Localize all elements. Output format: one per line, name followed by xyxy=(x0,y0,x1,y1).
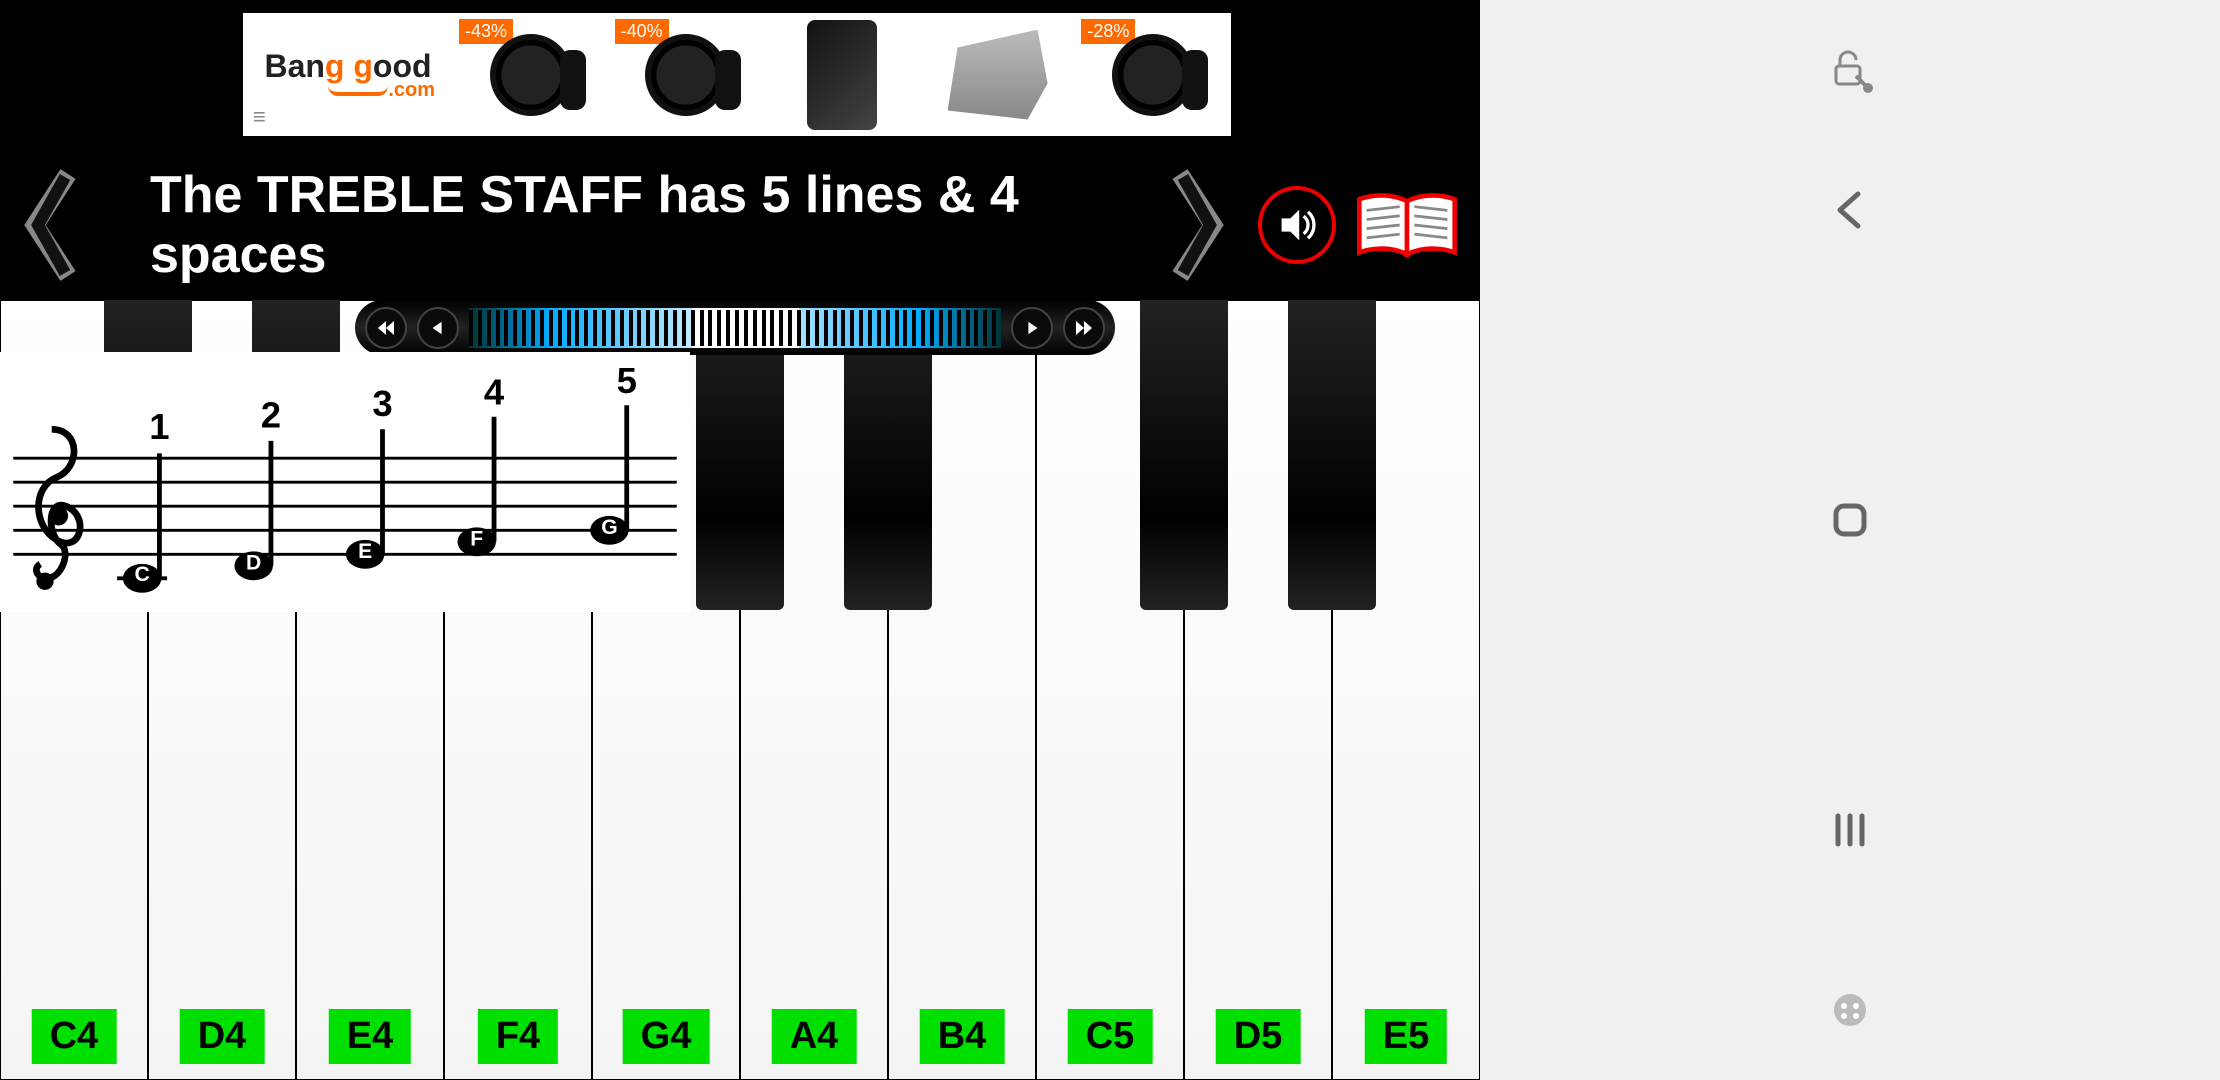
ad-product[interactable]: -28% xyxy=(1075,13,1231,136)
key-label: C5 xyxy=(1068,1009,1153,1064)
black-key-ds5[interactable] xyxy=(1288,300,1376,610)
key-label: F4 xyxy=(478,1009,558,1064)
key-label: D5 xyxy=(1216,1009,1301,1064)
lessons-book-button[interactable] xyxy=(1352,185,1462,265)
ad-brand-1: Ban xyxy=(264,48,324,84)
svg-text:1: 1 xyxy=(149,406,169,447)
discount-badge: -28% xyxy=(1081,19,1135,44)
key-label: G4 xyxy=(623,1009,710,1064)
sound-button[interactable] xyxy=(1258,186,1336,264)
key-label: C4 xyxy=(32,1009,117,1064)
ad-banner[interactable]: Bang good .com -43% -40% -28% ≡ xyxy=(243,13,1231,136)
svg-text:E: E xyxy=(358,540,372,563)
discount-badge: -43% xyxy=(459,19,513,44)
nav-forward-button[interactable] xyxy=(1063,307,1105,349)
lock-touch-icon[interactable] xyxy=(1820,40,1880,100)
nav-next-button[interactable] xyxy=(1011,307,1053,349)
back-button[interactable] xyxy=(1820,180,1880,240)
ad-product[interactable] xyxy=(920,13,1076,136)
svg-text:F: F xyxy=(470,528,483,551)
key-label: D4 xyxy=(180,1009,265,1064)
home-button[interactable] xyxy=(1820,490,1880,550)
phone-image xyxy=(807,20,877,130)
lesson-title: The TREBLE STAFF has 5 lines & 4 spaces xyxy=(100,165,1148,285)
nav-rewind-button[interactable] xyxy=(365,307,407,349)
engine-image xyxy=(948,30,1048,120)
prev-lesson-button[interactable] xyxy=(0,150,100,300)
lesson-title-row: The TREBLE STAFF has 5 lines & 4 spaces xyxy=(0,150,1480,300)
treble-staff-diagram: C 1 D 2 E 3 F 4 G 5 xyxy=(0,352,690,612)
nav-prev-button[interactable] xyxy=(417,307,459,349)
svg-text:D: D xyxy=(246,552,261,575)
svg-text:2: 2 xyxy=(261,394,281,435)
recent-apps-button[interactable] xyxy=(1820,800,1880,860)
system-nav-bar xyxy=(1480,0,2220,1080)
piano-app: Bang good .com -43% -40% -28% ≡ The TREB… xyxy=(0,0,1480,1080)
key-label: E5 xyxy=(1365,1009,1447,1064)
ad-product[interactable] xyxy=(764,13,920,136)
key-label: E4 xyxy=(329,1009,411,1064)
ad-menu-icon[interactable]: ≡ xyxy=(253,104,266,130)
ad-product[interactable]: -43% xyxy=(453,13,609,136)
svg-text:C: C xyxy=(134,563,149,586)
game-tools-button[interactable] xyxy=(1820,980,1880,1040)
mini-keyboard-strip[interactable] xyxy=(469,308,1001,348)
watch-image xyxy=(490,34,572,116)
svg-text:4: 4 xyxy=(484,371,505,412)
key-label: A4 xyxy=(772,1009,857,1064)
next-lesson-button[interactable] xyxy=(1148,150,1248,300)
svg-text:5: 5 xyxy=(617,362,637,401)
watch-image xyxy=(645,34,727,116)
svg-text:G: G xyxy=(601,516,617,539)
ad-domain: .com xyxy=(388,79,435,101)
ad-product[interactable]: -40% xyxy=(609,13,765,136)
watch-image xyxy=(1112,34,1194,116)
black-key-cs5[interactable] xyxy=(1140,300,1228,610)
key-label: B4 xyxy=(920,1009,1005,1064)
svg-text:3: 3 xyxy=(372,383,392,424)
ad-logo: Bang good .com xyxy=(243,48,453,102)
discount-badge: -40% xyxy=(615,19,669,44)
keyboard-navigator xyxy=(355,300,1115,355)
